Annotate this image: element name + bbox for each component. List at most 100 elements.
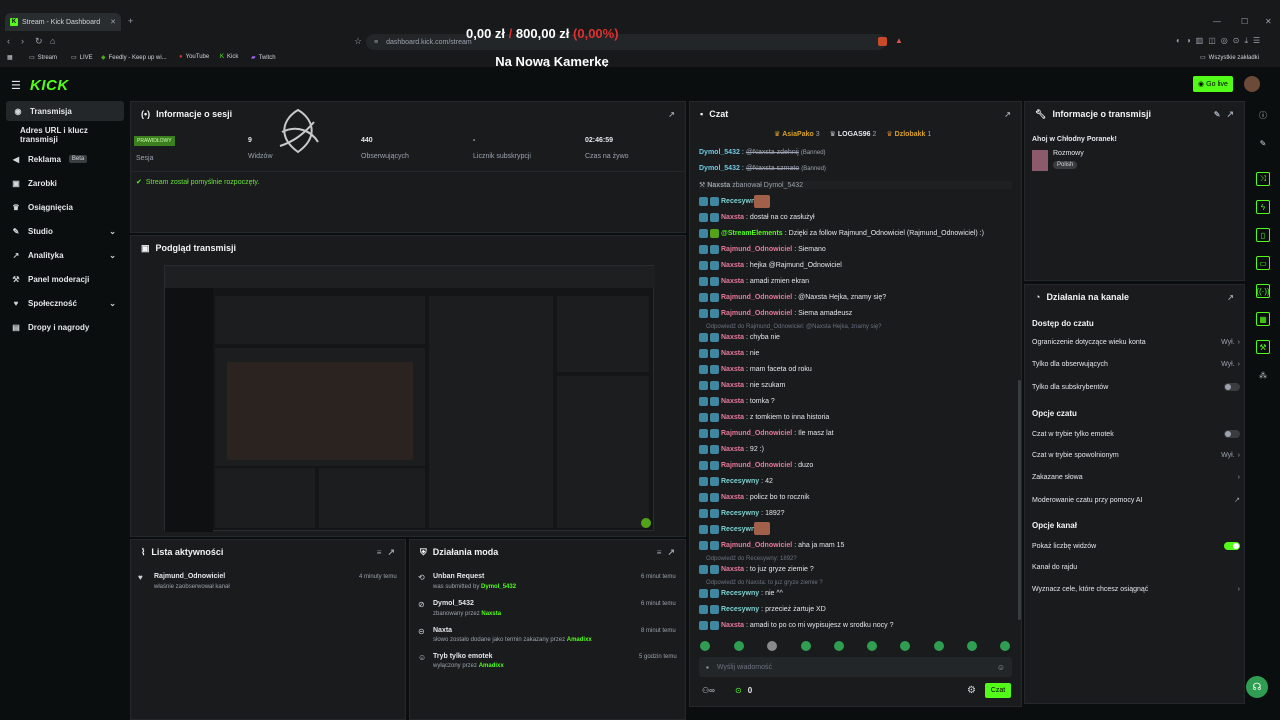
top-gifter-3[interactable]: ♛ Dzlobakk 1 xyxy=(886,130,931,138)
chat-username[interactable]: Rajmund_Odnowiciel xyxy=(721,310,792,317)
close-tab-icon[interactable]: ✕ xyxy=(110,18,116,26)
avatar[interactable] xyxy=(1244,76,1260,92)
chat-username[interactable]: Recesywny xyxy=(721,478,759,485)
send-chat-button[interactable]: Czat xyxy=(985,683,1011,698)
setting-followers-only[interactable]: Tylko dla obserwujących Wył. › xyxy=(1032,361,1240,368)
site-info-icon[interactable]: ≡ xyxy=(374,39,378,46)
quick-emote-icon[interactable] xyxy=(1000,641,1010,651)
chat-username[interactable]: Naxsta xyxy=(721,262,744,269)
broadcast-icon[interactable]: ((·)) xyxy=(1256,284,1270,298)
extension-icon[interactable] xyxy=(878,37,887,46)
chat-username[interactable]: Naxsta xyxy=(721,214,744,221)
go-live-button[interactable]: ◉ Go live xyxy=(1193,76,1233,92)
setting-ai-moderation[interactable]: Moderowanie czatu przy pomocy AI ↗ xyxy=(1032,496,1240,505)
sidebar-item-studio[interactable]: ✎ Studio ⌄ xyxy=(0,221,124,241)
external-link-icon[interactable]: ↗ xyxy=(667,547,675,558)
external-link-icon[interactable]: ↗ xyxy=(668,110,675,119)
forward-icon[interactable]: › xyxy=(21,36,24,46)
emoji-icon[interactable]: ☺ xyxy=(997,663,1005,672)
chat-username[interactable]: Rajmund_Odnowiciel xyxy=(721,294,792,301)
wrench-icon[interactable]: ⚒ xyxy=(1256,340,1270,354)
sidebar-item-spolecznosc[interactable]: ♥ Społeczność ⌄ xyxy=(0,293,124,313)
maximize-icon[interactable]: ☐ xyxy=(1241,17,1248,26)
chat-username[interactable]: Naxsta xyxy=(721,334,744,341)
document-icon[interactable]: ▯ xyxy=(1256,228,1270,242)
chat-username[interactable]: Rajmund_Odnowiciel xyxy=(721,542,792,549)
setting-account-age[interactable]: Ograniczenie dotyczące wieku konta Wył. › xyxy=(1032,339,1240,346)
chat-icon[interactable]: ▭ xyxy=(1256,256,1270,270)
setting-goals[interactable]: Wyznacz cele, które chcesz osiągnąć › xyxy=(1032,586,1240,593)
chat-username[interactable]: Naxsta xyxy=(721,622,744,629)
chat-username[interactable]: Dymol_5432 xyxy=(699,165,740,172)
show-viewers-toggle[interactable] xyxy=(1224,542,1240,550)
chat-username[interactable]: Naxsta xyxy=(721,566,744,573)
external-link-icon[interactable]: ↗ xyxy=(1226,109,1234,120)
emote-only-toggle[interactable] xyxy=(1224,430,1240,438)
chat-username[interactable]: Naxsta xyxy=(721,350,744,357)
external-link-icon[interactable]: ↗ xyxy=(1004,110,1011,119)
chat-username[interactable]: Naxsta xyxy=(721,382,744,389)
quick-emote-icon[interactable] xyxy=(967,641,977,651)
nodes-icon[interactable]: ⁂ xyxy=(1256,368,1270,382)
kick-logo[interactable]: KICK xyxy=(30,77,69,94)
filter-icon[interactable]: ≡ xyxy=(657,548,662,557)
sidebar-item-reklama[interactable]: ◀ Reklama Beta xyxy=(0,149,124,169)
calendar-icon[interactable]: ▦ xyxy=(1256,312,1270,326)
subscribers-only-toggle[interactable] xyxy=(1224,383,1240,391)
address-bar[interactable]: ≡ dashboard.kick.com/stream xyxy=(366,34,886,50)
bookmark-star-icon[interactable]: ☆ xyxy=(354,36,362,47)
chat-username[interactable]: Naxsta xyxy=(721,414,744,421)
reload-icon[interactable]: ↻ xyxy=(35,36,43,47)
chat-username[interactable]: Recesywny xyxy=(721,510,759,517)
gear-icon[interactable]: ⚙ xyxy=(967,685,976,696)
support-headset-icon[interactable]: ☊ xyxy=(1246,676,1268,698)
chat-username[interactable]: Rajmund_Odnowiciel xyxy=(721,462,792,469)
chat-username[interactable]: Naxsta xyxy=(707,182,730,189)
sidebar-item-transmisja[interactable]: ◉ Transmisja xyxy=(6,101,124,121)
chat-username[interactable]: @StreamElements xyxy=(721,230,783,237)
quick-emote-icon[interactable] xyxy=(900,641,910,651)
quick-emote-icon[interactable] xyxy=(867,641,877,651)
browser-toolbar-icons[interactable]: ◐◑▥◫◎⊙⤓☰ xyxy=(1176,36,1265,46)
browser-tab[interactable]: K Stream - Kick Dashboard ✕ xyxy=(5,13,121,31)
chat-username[interactable]: Rajmund_Odnowiciel xyxy=(721,246,792,253)
sidebar-item-url-key[interactable]: Adres URL i klucz transmisji xyxy=(0,125,124,145)
users-icon[interactable]: ⚇∞ xyxy=(702,686,715,695)
stream-preview-video[interactable] xyxy=(164,265,655,532)
edit-icon[interactable]: ✎ xyxy=(1256,136,1270,150)
quick-emote-icon[interactable] xyxy=(700,641,710,651)
quick-emote-icon[interactable] xyxy=(801,641,811,651)
chat-username[interactable]: Naxsta xyxy=(721,446,744,453)
sidebar-item-osiagniecia[interactable]: ♛ Osiągnięcia xyxy=(0,197,124,217)
menu-icon[interactable]: ☰ xyxy=(11,79,21,92)
edit-icon[interactable]: ✎ xyxy=(1214,110,1221,119)
chat-username[interactable]: Rajmund_Odnowiciel xyxy=(721,430,792,437)
setting-raid-channel[interactable]: Kanał do rajdu xyxy=(1032,564,1240,571)
swap-icon[interactable]: ⤨ xyxy=(1256,172,1270,186)
minimize-icon[interactable]: — xyxy=(1213,17,1221,26)
external-link-icon[interactable]: ↗ xyxy=(387,547,395,558)
chat-username[interactable]: Naxsta xyxy=(721,494,744,501)
quick-emote-icon[interactable] xyxy=(934,641,944,651)
sidebar-item-analityka[interactable]: ↗ Analityka ⌄ xyxy=(0,245,124,265)
quick-emote-icon[interactable] xyxy=(767,641,777,651)
chat-username[interactable]: Recesywny xyxy=(721,606,759,613)
sidebar-item-dropy[interactable]: ▤ Dropy i nagrody xyxy=(0,317,124,337)
close-window-icon[interactable]: ✕ xyxy=(1265,17,1272,26)
chat-username[interactable]: Naxsta xyxy=(721,366,744,373)
chat-username[interactable]: Recesywny xyxy=(721,590,759,597)
chat-scrollbar[interactable] xyxy=(1018,380,1021,620)
chat-username[interactable]: Dymol_5432 xyxy=(699,149,740,156)
top-gifter-1[interactable]: ♛ AsiaPako 3 xyxy=(774,130,820,138)
warning-icon[interactable]: ▲ xyxy=(895,36,903,45)
lightning-icon[interactable]: ϟ xyxy=(1256,200,1270,214)
sidebar-item-zarobki[interactable]: ▣ Zarobki xyxy=(0,173,124,193)
quick-emote-icon[interactable] xyxy=(834,641,844,651)
new-tab-icon[interactable]: + xyxy=(128,16,133,26)
sidebar-item-panel-moderacji[interactable]: ⚒ Panel moderacji xyxy=(0,269,124,289)
setting-subscribers-only[interactable]: Tylko dla subskrybentów xyxy=(1032,383,1240,391)
all-bookmarks[interactable]: ▭ Wszystkie zakładki xyxy=(1200,54,1259,62)
home-icon[interactable]: ⌂ xyxy=(50,36,55,46)
filter-icon[interactable]: ≡ xyxy=(377,548,382,557)
back-icon[interactable]: ‹ xyxy=(7,36,10,46)
